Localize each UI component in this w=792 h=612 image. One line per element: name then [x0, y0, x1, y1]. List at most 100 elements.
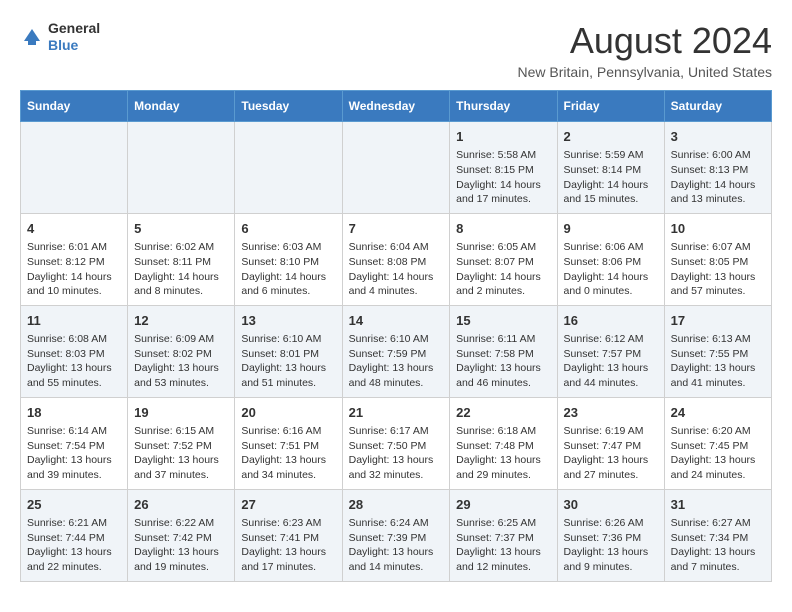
- day-number: 25: [27, 496, 121, 514]
- day-number: 21: [349, 404, 444, 422]
- day-info: Sunrise: 6:27 AM Sunset: 7:34 PM Dayligh…: [671, 516, 765, 575]
- table-row: 16Sunrise: 6:12 AM Sunset: 7:57 PM Dayli…: [557, 305, 664, 397]
- day-info: Sunrise: 6:01 AM Sunset: 8:12 PM Dayligh…: [27, 240, 121, 299]
- day-info: Sunrise: 6:02 AM Sunset: 8:11 PM Dayligh…: [134, 240, 228, 299]
- table-row: 26Sunrise: 6:22 AM Sunset: 7:42 PM Dayli…: [128, 489, 235, 581]
- day-number: 28: [349, 496, 444, 514]
- calendar-header-row: Sunday Monday Tuesday Wednesday Thursday…: [21, 91, 772, 122]
- calendar-week-row: 4Sunrise: 6:01 AM Sunset: 8:12 PM Daylig…: [21, 213, 772, 305]
- day-info: Sunrise: 6:04 AM Sunset: 8:08 PM Dayligh…: [349, 240, 444, 299]
- day-info: Sunrise: 6:13 AM Sunset: 7:55 PM Dayligh…: [671, 332, 765, 391]
- day-info: Sunrise: 6:24 AM Sunset: 7:39 PM Dayligh…: [349, 516, 444, 575]
- day-number: 3: [671, 128, 765, 146]
- col-saturday: Saturday: [664, 91, 771, 122]
- day-info: Sunrise: 6:17 AM Sunset: 7:50 PM Dayligh…: [349, 424, 444, 483]
- title-section: August 2024 New Britain, Pennsylvania, U…: [518, 20, 772, 80]
- table-row: 21 Sunrise: 6:17 AM Sunset: 7:50 PM Dayli…: [342, 397, 450, 489]
- calendar-week-row: 18 Sunrise: 6:14 AM Sunset: 7:54 PM Dayli…: [21, 397, 772, 489]
- day-number: 24: [671, 404, 765, 422]
- day-number: 20: [241, 404, 335, 422]
- day-info: Sunrise: 6:00 AM Sunset: 8:13 PM Dayligh…: [671, 148, 765, 207]
- table-row: 20 Sunrise: 6:16 AM Sunset: 7:51 PM Dayli…: [235, 397, 342, 489]
- day-number: 12: [134, 312, 228, 330]
- table-row: 22 Sunrise: 6:18 AM Sunset: 7:48 PM Dayli…: [450, 397, 557, 489]
- table-row: 17 Sunrise: 6:13 AM Sunset: 7:55 PM Dayli…: [664, 305, 771, 397]
- col-friday: Friday: [557, 91, 664, 122]
- table-row: 1 Sunrise: 5:58 AM Sunset: 8:15 PM Daylig…: [450, 122, 557, 214]
- day-info: Sunrise: 6:16 AM Sunset: 7:51 PM Dayligh…: [241, 424, 335, 483]
- table-row: 10 Sunrise: 6:07 AM Sunset: 8:05 PM Dayli…: [664, 213, 771, 305]
- day-number: 26: [134, 496, 228, 514]
- day-number: 22: [456, 404, 550, 422]
- table-row: 29 Sunrise: 6:25 AM Sunset: 7:37 PM Dayli…: [450, 489, 557, 581]
- table-row: 4Sunrise: 6:01 AM Sunset: 8:12 PM Daylig…: [21, 213, 128, 305]
- day-info: Sunrise: 6:03 AM Sunset: 8:10 PM Dayligh…: [241, 240, 335, 299]
- day-info: Sunrise: 6:10 AM Sunset: 8:01 PM Dayligh…: [241, 332, 335, 391]
- table-row: 19Sunrise: 6:15 AM Sunset: 7:52 PM Dayli…: [128, 397, 235, 489]
- day-info: Sunrise: 6:06 AM Sunset: 8:06 PM Dayligh…: [564, 240, 658, 299]
- calendar-week-row: 11Sunrise: 6:08 AM Sunset: 8:03 PM Dayli…: [21, 305, 772, 397]
- day-info: Sunrise: 6:26 AM Sunset: 7:36 PM Dayligh…: [564, 516, 658, 575]
- calendar-week-row: 25 Sunrise: 6:21 AM Sunset: 7:44 PM Dayli…: [21, 489, 772, 581]
- logo-general: General: [48, 20, 100, 37]
- day-number: 27: [241, 496, 335, 514]
- table-row: 11Sunrise: 6:08 AM Sunset: 8:03 PM Dayli…: [21, 305, 128, 397]
- table-row: 30 Sunrise: 6:26 AM Sunset: 7:36 PM Dayli…: [557, 489, 664, 581]
- day-number: 23: [564, 404, 658, 422]
- day-number: 1: [456, 128, 550, 146]
- day-number: 31: [671, 496, 765, 514]
- col-thursday: Thursday: [450, 91, 557, 122]
- day-number: 13: [241, 312, 335, 330]
- table-row: 3 Sunrise: 6:00 AM Sunset: 8:13 PM Daylig…: [664, 122, 771, 214]
- day-info: Sunrise: 6:10 AM Sunset: 7:59 PM Dayligh…: [349, 332, 444, 391]
- table-row: 18 Sunrise: 6:14 AM Sunset: 7:54 PM Dayli…: [21, 397, 128, 489]
- day-number: 29: [456, 496, 550, 514]
- day-number: 7: [349, 220, 444, 238]
- logo: General Blue: [20, 20, 100, 54]
- table-row: 15 Sunrise: 6:11 AM Sunset: 7:58 PM Dayli…: [450, 305, 557, 397]
- day-info: Sunrise: 6:23 AM Sunset: 7:41 PM Dayligh…: [241, 516, 335, 575]
- day-info: Sunrise: 6:19 AM Sunset: 7:47 PM Dayligh…: [564, 424, 658, 483]
- day-number: 18: [27, 404, 121, 422]
- table-row: 13 Sunrise: 6:10 AM Sunset: 8:01 PM Dayli…: [235, 305, 342, 397]
- day-number: 10: [671, 220, 765, 238]
- day-info: Sunrise: 6:05 AM Sunset: 8:07 PM Dayligh…: [456, 240, 550, 299]
- table-row: [342, 122, 450, 214]
- day-number: 30: [564, 496, 658, 514]
- day-number: 17: [671, 312, 765, 330]
- col-sunday: Sunday: [21, 91, 128, 122]
- table-row: 25 Sunrise: 6:21 AM Sunset: 7:44 PM Dayli…: [21, 489, 128, 581]
- day-info: Sunrise: 6:18 AM Sunset: 7:48 PM Dayligh…: [456, 424, 550, 483]
- day-info: Sunrise: 5:58 AM Sunset: 8:15 PM Dayligh…: [456, 148, 550, 207]
- col-monday: Monday: [128, 91, 235, 122]
- day-info: Sunrise: 6:07 AM Sunset: 8:05 PM Dayligh…: [671, 240, 765, 299]
- page-header: General Blue August 2024 New Britain, Pe…: [20, 20, 772, 80]
- table-row: 24Sunrise: 6:20 AM Sunset: 7:45 PM Dayli…: [664, 397, 771, 489]
- day-info: Sunrise: 6:08 AM Sunset: 8:03 PM Dayligh…: [27, 332, 121, 391]
- main-title: August 2024: [518, 20, 772, 62]
- day-info: Sunrise: 6:11 AM Sunset: 7:58 PM Dayligh…: [456, 332, 550, 391]
- subtitle: New Britain, Pennsylvania, United States: [518, 64, 772, 80]
- table-row: 2Sunrise: 5:59 AM Sunset: 8:14 PM Daylig…: [557, 122, 664, 214]
- table-row: 6 Sunrise: 6:03 AM Sunset: 8:10 PM Daylig…: [235, 213, 342, 305]
- day-info: Sunrise: 6:25 AM Sunset: 7:37 PM Dayligh…: [456, 516, 550, 575]
- table-row: 14 Sunrise: 6:10 AM Sunset: 7:59 PM Dayli…: [342, 305, 450, 397]
- day-number: 6: [241, 220, 335, 238]
- logo-blue: Blue: [48, 37, 100, 54]
- calendar-table: Sunday Monday Tuesday Wednesday Thursday…: [20, 90, 772, 582]
- table-row: 8 Sunrise: 6:05 AM Sunset: 8:07 PM Daylig…: [450, 213, 557, 305]
- table-row: 28 Sunrise: 6:24 AM Sunset: 7:39 PM Dayli…: [342, 489, 450, 581]
- day-info: Sunrise: 6:21 AM Sunset: 7:44 PM Dayligh…: [27, 516, 121, 575]
- day-info: Sunrise: 6:14 AM Sunset: 7:54 PM Dayligh…: [27, 424, 121, 483]
- day-number: 9: [564, 220, 658, 238]
- table-row: 23 Sunrise: 6:19 AM Sunset: 7:47 PM Dayli…: [557, 397, 664, 489]
- calendar-week-row: 1 Sunrise: 5:58 AM Sunset: 8:15 PM Daylig…: [21, 122, 772, 214]
- day-number: 15: [456, 312, 550, 330]
- day-number: 19: [134, 404, 228, 422]
- day-number: 14: [349, 312, 444, 330]
- table-row: 7 Sunrise: 6:04 AM Sunset: 8:08 PM Daylig…: [342, 213, 450, 305]
- col-tuesday: Tuesday: [235, 91, 342, 122]
- day-number: 2: [564, 128, 658, 146]
- table-row: 27 Sunrise: 6:23 AM Sunset: 7:41 PM Dayli…: [235, 489, 342, 581]
- day-number: 8: [456, 220, 550, 238]
